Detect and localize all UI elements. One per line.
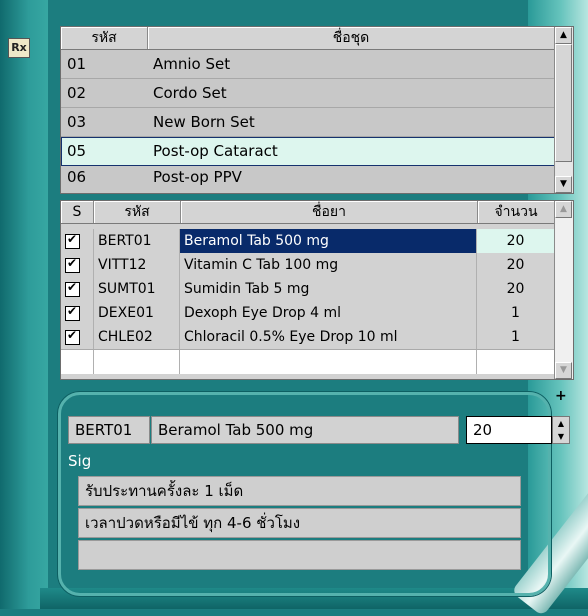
drug-row-code: VITT12 [94, 253, 180, 277]
drug-row-name: Sumidin Tab 5 mg [180, 277, 477, 301]
checkbox-checked-icon[interactable] [65, 328, 80, 345]
set-row-name: Post-op PPV [153, 168, 242, 186]
drug-row-code: SUMT01 [94, 277, 180, 301]
drug-row-dexe01[interactable]: DEXE01 Dexoph Eye Drop 4 ml 1 [61, 301, 555, 325]
drug-row-code: CHLE02 [94, 325, 180, 349]
drug-row-empty[interactable] [61, 349, 555, 374]
header-drug-code[interactable]: รหัส [94, 201, 181, 223]
background-left [0, 0, 48, 609]
set-row-code: 05 [67, 142, 87, 160]
add-button[interactable]: + [555, 388, 567, 404]
sig-line-3[interactable] [78, 540, 521, 570]
quantity-stepper[interactable]: ▲ ▼ [552, 416, 570, 444]
set-row-code: 02 [67, 84, 87, 102]
checkbox-checked-icon[interactable] [65, 232, 80, 249]
drug-row-bert01[interactable]: BERT01 Beramol Tab 500 mg 20 [61, 229, 555, 253]
scroll-down-arrow-icon[interactable]: ▼ [555, 362, 572, 379]
drug-row-qty: 1 [477, 325, 555, 349]
drug-list-grid: S รหัส ชื่อยา จำนวน BERT01 Beramol Tab 5… [60, 200, 574, 380]
detail-drug-code: BERT01 [68, 416, 150, 444]
set-list-grid: รหัส ชื่อชุด 01 Amnio Set 02 Cordo Set 0… [60, 26, 574, 194]
sig-label: Sig [68, 452, 92, 470]
set-row-01[interactable]: 01 Amnio Set [61, 50, 555, 79]
set-list-rows: 01 Amnio Set 02 Cordo Set 03 New Born Se… [61, 50, 555, 189]
drug-row-qty: 20 [477, 229, 555, 253]
detail-drug-name: Beramol Tab 500 mg [151, 416, 459, 444]
rx-icon[interactable]: Rx [8, 38, 30, 58]
drug-row-code: DEXE01 [94, 301, 180, 325]
set-list-scrollbar[interactable]: ▲ ▼ [554, 27, 573, 193]
drug-list-scrollbar[interactable]: ▲ ▼ [554, 201, 573, 379]
drug-row-name: Dexoph Eye Drop 4 ml [180, 301, 477, 325]
set-row-name: New Born Set [153, 113, 255, 131]
set-row-03[interactable]: 03 New Born Set [61, 108, 555, 137]
set-row-name: Amnio Set [153, 55, 231, 73]
drug-row-check[interactable] [61, 301, 94, 325]
drug-row-check[interactable] [61, 277, 94, 301]
header-quantity[interactable]: จำนวน [478, 201, 555, 223]
checkbox-checked-icon[interactable] [65, 280, 80, 297]
drug-row-check[interactable] [61, 253, 94, 277]
scroll-down-arrow-icon[interactable]: ▼ [555, 176, 572, 193]
scroll-up-arrow-icon[interactable]: ▲ [555, 201, 572, 218]
set-row-02[interactable]: 02 Cordo Set [61, 79, 555, 108]
set-row-code: 03 [67, 113, 87, 131]
header-code[interactable]: รหัส [61, 27, 148, 49]
drug-row-qty: 20 [477, 253, 555, 277]
scroll-thumb[interactable] [555, 44, 572, 162]
set-list-header: รหัส ชื่อชุด [61, 27, 555, 50]
header-selected[interactable]: S [61, 201, 94, 223]
drug-row-vitt12[interactable]: VITT12 Vitamin C Tab 100 mg 20 [61, 253, 555, 277]
drug-row-qty: 1 [477, 301, 555, 325]
header-set-name[interactable]: ชื่อชุด [148, 27, 555, 49]
set-row-code: 06 [67, 168, 87, 186]
set-row-code: 01 [67, 55, 87, 73]
scroll-up-arrow-icon[interactable]: ▲ [555, 27, 572, 44]
drug-row-name: Chloracil 0.5% Eye Drop 10 ml [180, 325, 477, 349]
drug-list-rows: BERT01 Beramol Tab 500 mg 20 VITT12 Vita… [61, 229, 555, 374]
set-row-06[interactable]: 06 Post-op PPV [61, 166, 555, 189]
drug-row-sumt01[interactable]: SUMT01 Sumidin Tab 5 mg 20 [61, 277, 555, 301]
empty-cell [180, 350, 477, 374]
drug-row-chle02[interactable]: CHLE02 Chloracil 0.5% Eye Drop 10 ml 1 [61, 325, 555, 349]
rx-icon-label: Rx [11, 41, 27, 54]
drug-list-header: S รหัส ชื่อยา จำนวน [61, 201, 555, 224]
set-row-05-selected[interactable]: 05 Post-op Cataract [61, 137, 555, 166]
drug-row-check[interactable] [61, 229, 94, 253]
drug-row-name: Vitamin C Tab 100 mg [180, 253, 477, 277]
set-row-name: Cordo Set [153, 84, 227, 102]
empty-cell [477, 350, 555, 374]
drug-row-check[interactable] [61, 325, 94, 349]
checkbox-checked-icon[interactable] [65, 304, 80, 321]
checkbox-checked-icon[interactable] [65, 256, 80, 273]
set-row-name: Post-op Cataract [153, 142, 278, 160]
stepper-up-icon[interactable]: ▲ [553, 417, 569, 430]
drug-row-name: Beramol Tab 500 mg [180, 229, 477, 253]
empty-cell [94, 350, 180, 374]
empty-cell [61, 350, 94, 374]
header-drug-name[interactable]: ชื่อยา [181, 201, 478, 223]
sig-line-1[interactable]: รับประทานครั้งละ 1 เม็ด [78, 476, 521, 506]
drug-row-code: BERT01 [94, 229, 180, 253]
drug-row-qty: 20 [477, 277, 555, 301]
sig-line-2[interactable]: เวลาปวดหรือมีไข้ ทุก 4-6 ชั่วโมง [78, 508, 521, 538]
detail-quantity-input[interactable]: 20 [466, 416, 552, 444]
stepper-down-icon[interactable]: ▼ [553, 430, 569, 443]
